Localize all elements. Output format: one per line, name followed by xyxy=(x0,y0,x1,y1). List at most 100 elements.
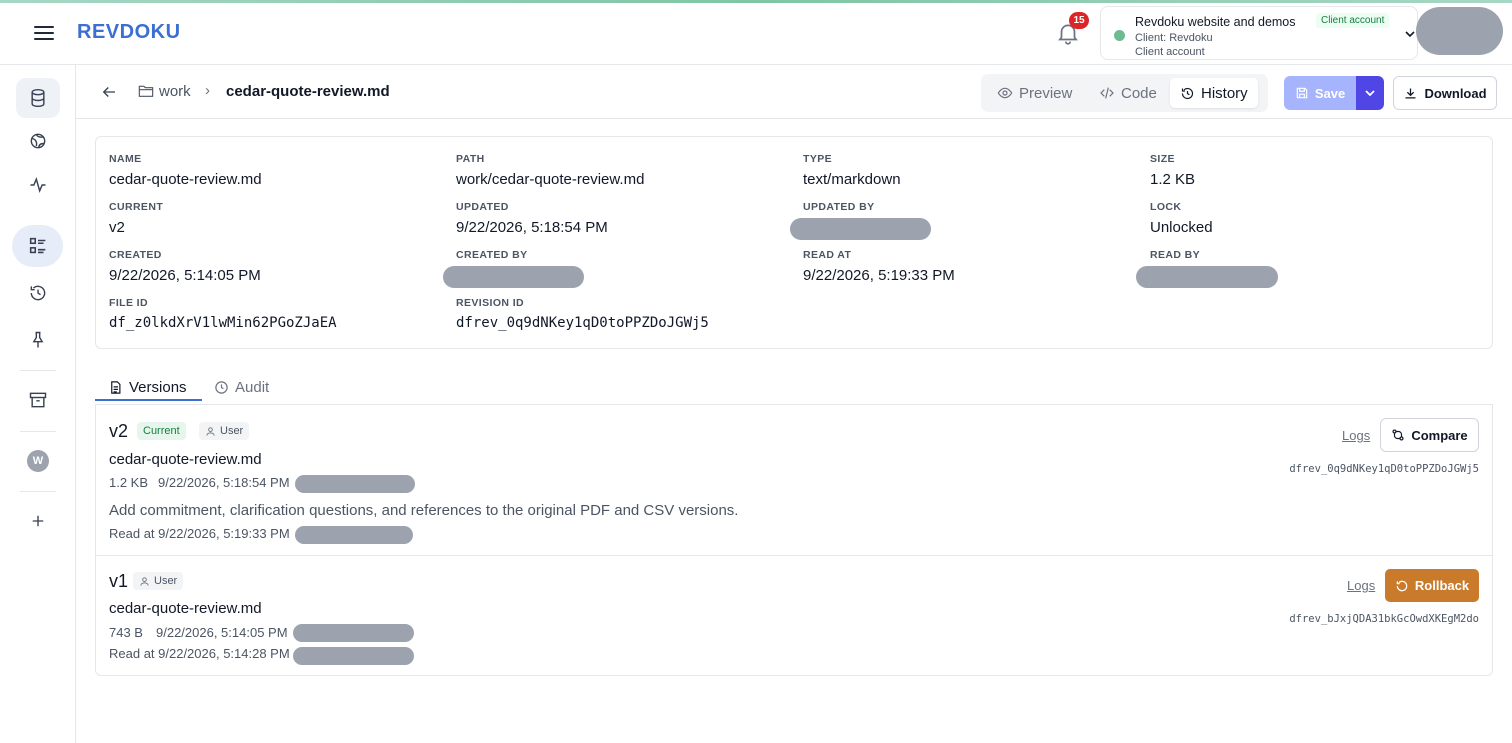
tab-code-label: Code xyxy=(1121,84,1157,102)
notification-count-badge: 15 xyxy=(1069,12,1089,29)
brand-logo[interactable]: REVDOKU xyxy=(77,21,181,44)
sidebar-item-files[interactable] xyxy=(12,225,63,267)
logs-link[interactable]: Logs xyxy=(1347,578,1375,593)
chevron-down-icon xyxy=(1405,31,1415,38)
meta-path-label: PATH xyxy=(456,153,485,165)
sidebar-divider xyxy=(20,491,56,492)
sidebar-item-globe[interactable] xyxy=(16,121,60,161)
author-badge-label: User xyxy=(154,575,178,587)
account-type-tag: Client account xyxy=(1316,13,1390,28)
version-revision-id: dfrev_bJxjQDA31bkGcOwdXKEgM2do xyxy=(1289,613,1479,625)
meta-updated: 9/22/2026, 5:18:54 PM xyxy=(456,219,608,236)
version-size: 743 B xyxy=(109,625,143,640)
tab-preview[interactable]: Preview xyxy=(987,78,1082,108)
meta-size-label: SIZE xyxy=(1150,153,1175,165)
meta-type: text/markdown xyxy=(803,171,901,188)
user-avatar[interactable] xyxy=(1416,7,1503,55)
version-read-at: Read at 9/22/2026, 5:19:33 PM xyxy=(109,526,290,541)
tab-audit[interactable]: Audit xyxy=(214,372,269,402)
account-type: Client account xyxy=(1135,46,1205,58)
meta-revision-id-label: REVISION ID xyxy=(456,297,524,309)
breadcrumb-folder[interactable]: work xyxy=(159,83,191,100)
version-file-name: cedar-quote-review.md xyxy=(109,600,262,617)
clock-icon xyxy=(215,380,228,394)
activity-icon xyxy=(30,177,46,193)
sidebar-item-data[interactable] xyxy=(16,78,60,118)
app-header: REVDOKU 15 Revdoku website and demos Cli… xyxy=(0,3,1512,65)
meta-size: 1.2 KB xyxy=(1150,171,1196,188)
version-read-at: Read at 9/22/2026, 5:14:28 PM xyxy=(109,646,290,661)
code-icon xyxy=(1100,87,1114,99)
tab-versions[interactable]: Versions xyxy=(108,372,187,402)
download-icon xyxy=(1405,88,1416,98)
sidebar: W xyxy=(0,65,76,743)
chevron-down-icon xyxy=(1365,90,1375,97)
save-button[interactable]: Save xyxy=(1284,76,1356,110)
meta-read-by-label: READ BY xyxy=(1150,249,1201,261)
author-badge: User xyxy=(133,572,184,590)
download-button[interactable]: Download xyxy=(1393,76,1497,110)
tab-audit-label: Audit xyxy=(235,378,270,396)
meta-current-label: CURRENT xyxy=(109,201,164,213)
account-name: Revdoku website and demos xyxy=(1135,15,1296,29)
sidebar-item-pinned[interactable] xyxy=(16,320,60,360)
author-badge: User xyxy=(199,422,250,440)
meta-created: 9/22/2026, 5:14:05 PM xyxy=(109,267,261,284)
save-options-button[interactable] xyxy=(1356,76,1384,110)
tab-history[interactable]: History xyxy=(1170,78,1258,108)
logs-link[interactable]: Logs xyxy=(1342,428,1370,443)
meta-revision-id: dfrev_0q9dNKey1qD0toPPZDoJGWj5 xyxy=(456,315,709,331)
account-switcher[interactable]: Revdoku website and demos Client account… xyxy=(1100,6,1418,60)
document-icon xyxy=(111,380,121,394)
sidebar-item-archive[interactable] xyxy=(16,380,60,420)
sidebar-item-activity[interactable] xyxy=(16,165,60,205)
meta-read-at: 9/22/2026, 5:19:33 PM xyxy=(803,267,955,284)
redacted-version-author xyxy=(293,624,414,642)
rollback-icon xyxy=(1396,580,1408,591)
meta-created-label: CREATED xyxy=(109,249,162,261)
active-tab-indicator xyxy=(95,399,202,401)
meta-name: cedar-quote-review.md xyxy=(109,171,262,188)
redacted-version-reader xyxy=(293,647,414,665)
meta-lock: Unlocked xyxy=(1150,219,1213,236)
account-status-dot xyxy=(1114,30,1125,41)
author-badge-label: User xyxy=(220,425,244,437)
compare-icon xyxy=(1392,429,1404,441)
breadcrumb-file: cedar-quote-review.md xyxy=(226,83,390,100)
compare-label: Compare xyxy=(1411,427,1468,443)
rollback-button[interactable]: Rollback xyxy=(1385,569,1479,602)
tab-history-label: History xyxy=(1201,84,1248,102)
list-icon xyxy=(29,237,45,254)
redacted-version-author xyxy=(295,475,415,493)
user-icon xyxy=(206,426,215,436)
menu-icon[interactable] xyxy=(34,23,54,41)
version-date: 9/22/2026, 5:14:05 PM xyxy=(156,625,288,640)
compare-button[interactable]: Compare xyxy=(1380,418,1479,452)
back-arrow-icon[interactable] xyxy=(100,83,118,101)
workspace-w-badge: W xyxy=(27,450,49,472)
version-size: 1.2 KB xyxy=(109,475,149,490)
sidebar-item-add[interactable] xyxy=(16,501,60,541)
meta-created-by-label: CREATED BY xyxy=(456,249,528,261)
history-icon xyxy=(1181,87,1194,99)
version-date: 9/22/2026, 5:18:54 PM xyxy=(158,475,290,490)
sidebar-item-workspace[interactable]: W xyxy=(16,441,60,481)
version-revision-id: dfrev_0q9dNKey1qD0toPPZDoJGWj5 xyxy=(1289,463,1479,475)
version-description: Add commitment, clarification questions,… xyxy=(109,502,739,519)
sidebar-item-history[interactable] xyxy=(16,273,60,313)
rollback-label: Rollback xyxy=(1414,578,1470,593)
redacted-updated-by xyxy=(790,218,931,240)
meta-lock-label: LOCK xyxy=(1150,201,1182,213)
version-file-name: cedar-quote-review.md xyxy=(109,451,262,468)
meta-type-label: TYPE xyxy=(803,153,833,165)
breadcrumb-separator: › xyxy=(205,82,210,99)
tab-code[interactable]: Code xyxy=(1089,78,1167,108)
database-icon xyxy=(31,88,45,108)
meta-name-label: NAME xyxy=(109,153,142,165)
file-toolbar: work › cedar-quote-review.md Preview Cod… xyxy=(76,65,1512,119)
pin-icon xyxy=(32,331,44,348)
globe-icon xyxy=(30,133,46,149)
version-number: v2 xyxy=(109,421,129,441)
tab-preview-label: Preview xyxy=(1019,84,1073,102)
meta-file-id-label: FILE ID xyxy=(109,297,148,309)
